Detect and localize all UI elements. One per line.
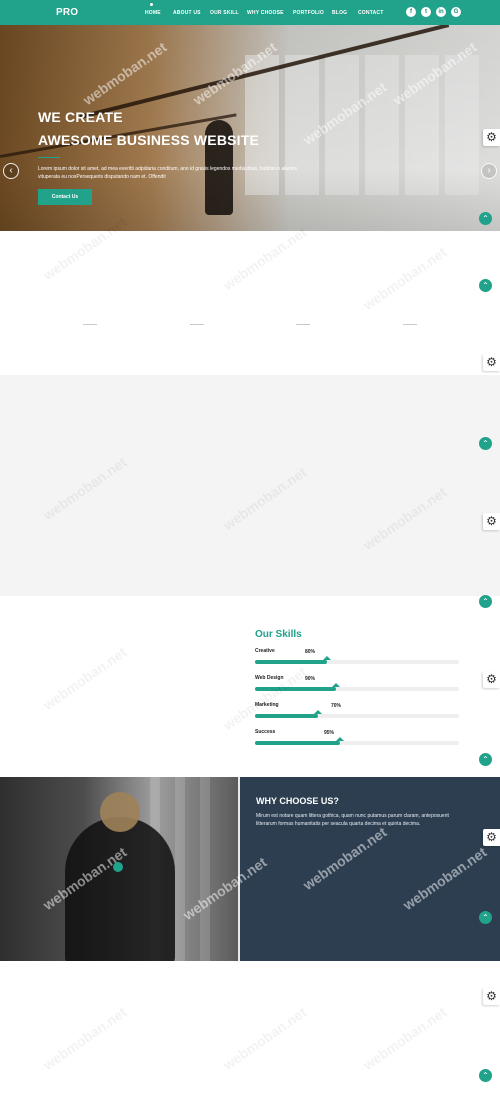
skill-progress-tip: [314, 710, 322, 714]
hero-title-underline: [38, 157, 60, 158]
settings-icon[interactable]: ⚙: [483, 513, 500, 530]
why-image-person-head: [100, 792, 140, 832]
skill-progress-fill: [255, 714, 318, 718]
watermark: webmoban.net: [40, 1003, 130, 1074]
features-section: [0, 231, 500, 375]
skill-percent: 70%: [331, 703, 342, 709]
logo[interactable]: PRO: [56, 7, 78, 18]
scroll-up-icon[interactable]: ⌃: [479, 437, 492, 450]
hero-banner: WE CREATE AWESOME BUSINESS WEBSITE Lorem…: [0, 25, 500, 231]
active-indicator-dot: [150, 3, 153, 6]
feature-divider: [403, 324, 417, 325]
watermark: webmoban.net: [360, 1003, 450, 1074]
nav-portfolio[interactable]: PORTFOLIO: [293, 10, 324, 16]
settings-icon[interactable]: ⚙: [483, 129, 500, 146]
skill-percent: 90%: [305, 676, 316, 682]
why-image-person: [65, 817, 175, 961]
hero-title-line-2: AWESOME BUSINESS WEBSITE: [38, 132, 260, 148]
why-choose-text: Mirum est notare quam littera gothica, q…: [256, 813, 449, 827]
skill-progress-fill: [255, 687, 336, 691]
skill-progress-track: [255, 737, 459, 745]
grey-section: [0, 375, 500, 596]
scroll-up-icon[interactable]: ⌃: [479, 212, 492, 225]
skill-progress-track: [255, 683, 459, 691]
scroll-up-icon[interactable]: ⌃: [479, 911, 492, 924]
feature-divider: [190, 324, 204, 325]
why-choose-panel: WHY CHOOSE US? Mirum est notare quam lit…: [240, 777, 500, 961]
why-choose-title: WHY CHOOSE US?: [256, 796, 339, 806]
skill-percent: 80%: [305, 649, 316, 655]
hero-title-line-1: WE CREATE: [38, 109, 123, 125]
scroll-up-icon[interactable]: ⌃: [479, 279, 492, 292]
skill-label: Success: [255, 729, 276, 735]
skill-progress-tip: [336, 737, 344, 741]
slider-next-icon[interactable]: ›: [481, 163, 497, 179]
skill-progress-tip: [332, 683, 340, 687]
hero-paragraph: Lorem ipsum dolor sit amet, ad mea everi…: [38, 166, 298, 180]
skill-progress-fill: [255, 741, 340, 745]
play-icon[interactable]: [113, 862, 123, 872]
why-image-column: [200, 777, 210, 961]
nav-our-skill[interactable]: OUR SKILL: [210, 10, 239, 16]
nav-home[interactable]: HOME: [145, 10, 161, 16]
skills-title: Our Skills: [255, 629, 302, 640]
skill-label: Creative: [255, 648, 275, 654]
skill-progress-track: [255, 656, 459, 664]
feature-divider: [83, 324, 97, 325]
skill-label: Marketing: [255, 702, 279, 708]
scroll-up-icon[interactable]: ⌃: [479, 1069, 492, 1082]
nav-blog[interactable]: BLOG: [332, 10, 347, 16]
settings-icon[interactable]: ⚙: [483, 829, 500, 846]
skill-progress-tip: [323, 656, 331, 660]
top-navigation: PRO HOME ABOUT US OUR SKILL WHY CHOOSE P…: [0, 0, 500, 25]
why-choose-section: WHY CHOOSE US? Mirum est notare quam lit…: [0, 777, 500, 961]
settings-icon[interactable]: ⚙: [483, 671, 500, 688]
slider-prev-icon[interactable]: ‹: [3, 163, 19, 179]
page: PRO HOME ABOUT US OUR SKILL WHY CHOOSE P…: [0, 0, 500, 1100]
watermark: webmoban.net: [220, 1003, 310, 1074]
skill-percent: 95%: [324, 730, 335, 736]
facebook-icon[interactable]: f: [406, 7, 416, 17]
why-image-column: [175, 777, 185, 961]
twitter-icon[interactable]: t: [421, 7, 431, 17]
nav-why-choose[interactable]: WHY CHOOSE: [247, 10, 284, 16]
google-plus-icon[interactable]: G: [451, 7, 461, 17]
scroll-up-icon[interactable]: ⌃: [479, 595, 492, 608]
contact-us-button[interactable]: Contact Us: [38, 189, 92, 205]
scroll-up-icon[interactable]: ⌃: [479, 753, 492, 766]
feature-divider: [296, 324, 310, 325]
nav-contact[interactable]: CONTACT: [358, 10, 383, 16]
skill-progress-track: [255, 710, 459, 718]
settings-icon[interactable]: ⚙: [483, 988, 500, 1005]
skill-progress-fill: [255, 660, 327, 664]
skills-section: Our Skills Creative 80% Web Design 90% M…: [0, 596, 500, 777]
linkedin-icon[interactable]: in: [436, 7, 446, 17]
settings-icon[interactable]: ⚙: [483, 354, 500, 371]
nav-about-us[interactable]: ABOUT US: [173, 10, 201, 16]
skill-label: Web Design: [255, 675, 284, 681]
